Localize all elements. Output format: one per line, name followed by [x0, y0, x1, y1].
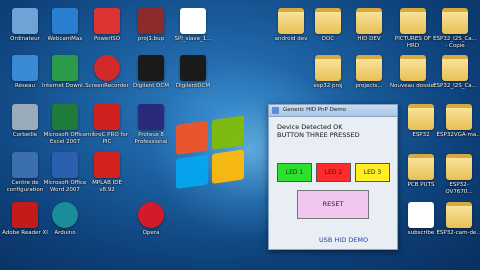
digilent-icon	[180, 55, 206, 81]
arduino-icon	[52, 202, 78, 228]
desktop-icon[interactable]: MPLAB IDE v8.92	[84, 152, 130, 193]
folder-icon	[446, 154, 472, 180]
desktop-icon[interactable]: Proteus 8 Professional	[128, 104, 174, 145]
hid-demo-window[interactable]: Generic HID PnP Demo Device Detected OK …	[268, 104, 398, 250]
download-manager-icon	[52, 55, 78, 81]
folder-icon	[446, 104, 472, 130]
window-titlebar[interactable]: Generic HID PnP Demo	[269, 105, 397, 117]
desktop-icon[interactable]: mikroC PRO for PIC	[84, 104, 130, 145]
status-text: Device Detected OK BUTTON THREE PRESSED	[277, 123, 389, 139]
folder-item[interactable]: projects...	[346, 55, 392, 96]
footer-label: USB HID DEMO	[319, 236, 369, 244]
control-panel-icon	[12, 152, 38, 178]
desktop-icon[interactable]: Opera	[128, 202, 174, 243]
desktop-icon[interactable]: Microsoft Office Word 2007	[42, 152, 88, 193]
folder-item[interactable]: ESP32VGA-ma...	[436, 104, 480, 145]
folder-item[interactable]: ESP32_I2S_Ca...	[432, 55, 478, 96]
folder-icon	[446, 202, 472, 228]
desktop-icon[interactable]: Digilent DCM	[128, 55, 174, 96]
folder-icon	[408, 154, 434, 180]
folder-item[interactable]: ESP32-cam-de...	[436, 202, 480, 243]
window-title: Generic HID PnP Demo	[283, 107, 346, 113]
folder-icon	[315, 55, 341, 81]
digilent-icon	[138, 55, 164, 81]
screen-recorder-icon	[94, 55, 120, 81]
mplab-icon	[94, 152, 120, 178]
status-line-1: Device Detected OK	[277, 123, 343, 131]
folder-item[interactable]: PICTURES OF HRD	[390, 8, 436, 49]
folder-item[interactable]: ESP32_I2S_Ca... - Copie	[432, 8, 478, 49]
desktop-icon[interactable]: Microsoft Office Excel 2007	[42, 104, 88, 145]
desktop-icon[interactable]: SPI_slave_1...	[170, 8, 216, 49]
folder-item[interactable]: ESP32-OV7670...	[436, 154, 480, 195]
computer-icon	[12, 8, 38, 34]
folder-icon	[400, 55, 426, 81]
reset-button[interactable]: RESET	[297, 190, 369, 219]
folder-icon	[315, 8, 341, 34]
app-icon	[272, 107, 279, 114]
status-line-2: BUTTON THREE PRESSED	[277, 131, 360, 139]
led-2-button[interactable]: LED 2	[316, 163, 351, 182]
chrome-icon	[408, 202, 434, 228]
folder-item[interactable]: DOC	[305, 8, 351, 49]
desktop-icon[interactable]: proj1.bup	[128, 8, 174, 49]
desktop-icon[interactable]: Arduino	[42, 202, 88, 243]
webcam-icon	[52, 8, 78, 34]
recycle-bin-icon	[12, 104, 38, 130]
word-icon	[52, 152, 78, 178]
folder-item[interactable]: Nouveau dossier	[390, 55, 436, 96]
folder-icon	[356, 55, 382, 81]
desktop-icon[interactable]: ScreenRecorder	[84, 55, 130, 96]
adobe-reader-icon	[12, 202, 38, 228]
folder-icon	[400, 8, 426, 34]
mikroc-icon	[94, 104, 120, 130]
poweriso-icon	[94, 8, 120, 34]
folder-item[interactable]: HID DEV	[346, 8, 392, 49]
desktop-icon[interactable]: DigilentDCM	[170, 55, 216, 96]
led-3-button[interactable]: LED 3	[355, 163, 390, 182]
folder-icon	[278, 8, 304, 34]
folder-icon	[408, 104, 434, 130]
desktop-icon[interactable]: Internet Downl...	[42, 55, 88, 96]
folder-icon	[442, 55, 468, 81]
led-1-button[interactable]: LED 1	[277, 163, 312, 182]
desktop-icon[interactable]: PowerISO	[84, 8, 130, 49]
folder-icon	[356, 8, 382, 34]
windows-logo-wallpaper	[176, 115, 246, 191]
opera-icon	[138, 202, 164, 228]
excel-icon	[52, 104, 78, 130]
folder-item[interactable]: esp32 proj	[305, 55, 351, 96]
network-icon	[12, 55, 38, 81]
proteus-icon	[138, 104, 164, 130]
desktop-icon[interactable]: WebcamMax	[42, 8, 88, 49]
folder-icon	[442, 8, 468, 34]
file-icon	[180, 8, 206, 34]
archive-icon	[138, 8, 164, 34]
